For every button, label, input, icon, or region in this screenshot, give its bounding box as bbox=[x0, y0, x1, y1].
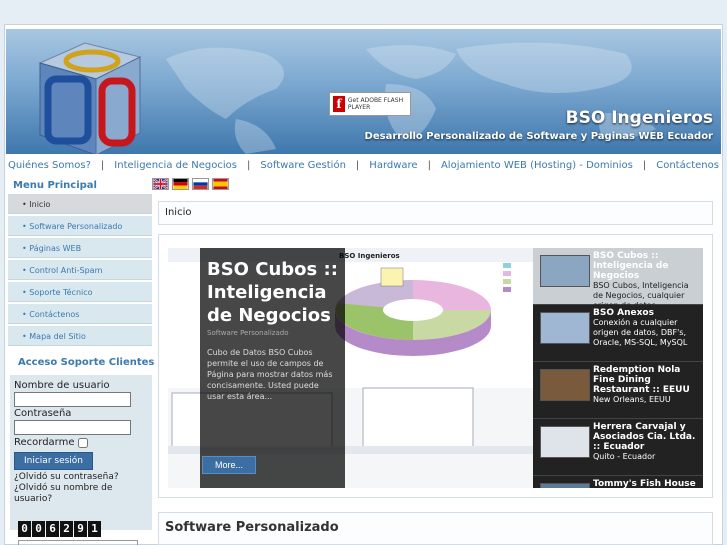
spain-flag-icon[interactable] bbox=[212, 178, 229, 190]
content-section: Software Personalizado bbox=[158, 512, 713, 545]
nav-inteligencia-negocios[interactable]: Inteligencia de Negocios bbox=[114, 160, 237, 171]
top-navigation: Quiénes Somos? | Inteligencia de Negocio… bbox=[6, 155, 721, 175]
slide-chart-title: BSO Ingenieros bbox=[339, 252, 400, 260]
thumb-title: Redemption Nola Fine Dining Restaurant :… bbox=[593, 365, 690, 395]
nav-quienes-somos[interactable]: Quiénes Somos? bbox=[8, 160, 91, 171]
nav-alojamiento-web[interactable]: Alojamiento WEB (Hosting) - Dominios bbox=[441, 160, 633, 171]
username-label: Nombre de usuario bbox=[14, 380, 110, 391]
menu-item-soporte-tecnico[interactable]: • Soporte Técnico bbox=[8, 282, 152, 302]
thumb-title: BSO Anexos bbox=[593, 308, 654, 318]
breadcrumb: Inicio bbox=[158, 201, 713, 225]
thumb-item[interactable]: BSO Anexos Conexión a cualquier origen d… bbox=[533, 305, 703, 362]
thumb-image bbox=[540, 483, 590, 488]
password-input[interactable] bbox=[14, 420, 131, 435]
main-menu-title: Menu Principal bbox=[13, 180, 97, 191]
flash-badge-text: Get ADOBE FLASH PLAYER bbox=[347, 97, 404, 111]
russia-flag-icon[interactable] bbox=[192, 178, 209, 190]
visit-counter: 0 0 6 2 9 1 bbox=[18, 521, 101, 537]
nav-separator: | bbox=[100, 159, 105, 171]
menu-item-label: Control Anti-Spam bbox=[29, 266, 103, 275]
site-subtitle: Desarrollo Personalizado de Software y P… bbox=[364, 131, 713, 142]
counter-digit: 0 bbox=[32, 521, 45, 537]
login-title: Acceso Soporte Clientes bbox=[18, 357, 155, 368]
site-header: f Get ADOBE FLASH PLAYER BSO Ingenieros … bbox=[6, 29, 721, 154]
menu-item-software-personalizado[interactable]: • Software Personalizado bbox=[8, 216, 152, 236]
uk-flag-icon[interactable] bbox=[152, 178, 169, 190]
slide-headline: BSO Cubos :: Inteligencia de Negocios bbox=[207, 259, 338, 326]
password-label: Contraseña bbox=[14, 408, 72, 419]
forgot-password-link[interactable]: ¿Olvidó su contraseña? bbox=[14, 472, 148, 483]
thumb-desc: New Orleans, EEUU bbox=[593, 395, 671, 404]
menu-item-inicio[interactable]: • Inicio bbox=[8, 194, 152, 214]
nav-hardware[interactable]: Hardware bbox=[369, 160, 417, 171]
counter-frame bbox=[18, 540, 138, 545]
bso-cube-logo bbox=[38, 42, 142, 154]
remember-label: Recordarme bbox=[14, 437, 75, 448]
thumb-title: Tommy's Fish House Restaurant bbox=[593, 479, 696, 488]
site-title: BSO Ingenieros bbox=[565, 108, 713, 128]
thumb-desc: Quito - Ecuador bbox=[593, 452, 656, 461]
thumb-title: BSO Cubos :: Inteligencia de Negocios bbox=[593, 251, 669, 281]
nav-separator: | bbox=[247, 159, 251, 171]
menu-item-label: Mapa del Sitio bbox=[29, 332, 86, 341]
nav-separator: | bbox=[427, 159, 431, 171]
thumb-item[interactable]: Herrera Carvajal y Asociados Cia. Ltda. … bbox=[533, 419, 703, 476]
slider-thumbnails: BSO Cubos :: Inteligencia de Negocios BS… bbox=[533, 248, 703, 488]
login-form: Nombre de usuario Contraseña Recordarme … bbox=[10, 375, 152, 530]
thumb-image bbox=[540, 255, 590, 287]
counter-digit: 1 bbox=[88, 521, 101, 537]
nav-contactenos[interactable]: Contáctenos bbox=[656, 160, 719, 171]
slide-description: Cubo de Datos BSO Cubos permite el uso d… bbox=[207, 348, 333, 401]
forgot-username-link[interactable]: ¿Olvidó su nombre de usuario? bbox=[14, 483, 148, 505]
thumb-image bbox=[540, 369, 590, 401]
thumb-item[interactable]: Redemption Nola Fine Dining Restaurant :… bbox=[533, 362, 703, 419]
remember-row: Recordarme bbox=[14, 437, 148, 448]
germany-flag-icon[interactable] bbox=[172, 178, 189, 190]
thumb-image bbox=[540, 426, 590, 458]
thumb-item[interactable]: Tommy's Fish House Restaurant bbox=[533, 476, 703, 488]
counter-digit: 2 bbox=[60, 521, 73, 537]
menu-item-label: Páginas WEB bbox=[29, 244, 82, 253]
menu-item-label: Software Personalizado bbox=[29, 222, 123, 231]
menu-item-label: Soporte Técnico bbox=[29, 288, 93, 297]
menu-item-label: Inicio bbox=[29, 200, 51, 209]
more-button[interactable]: More... bbox=[202, 456, 257, 474]
menu-item-anti-spam[interactable]: • Control Anti-Spam bbox=[8, 260, 152, 280]
counter-digit: 0 bbox=[18, 521, 31, 537]
thumb-item[interactable]: BSO Cubos :: Inteligencia de Negocios BS… bbox=[533, 248, 703, 310]
menu-item-paginas-web[interactable]: • Páginas WEB bbox=[8, 238, 152, 258]
flash-icon: f bbox=[333, 96, 345, 112]
language-flags bbox=[152, 178, 229, 190]
section-title: Software Personalizado bbox=[165, 520, 339, 535]
thumb-image bbox=[540, 312, 590, 344]
username-input[interactable] bbox=[14, 392, 131, 407]
get-flash-player-badge[interactable]: f Get ADOBE FLASH PLAYER bbox=[329, 92, 411, 116]
nav-software-gestion[interactable]: Software Gestión bbox=[260, 160, 346, 171]
menu-item-label: Contáctenos bbox=[29, 310, 80, 319]
menu-item-contactenos[interactable]: • Contáctenos bbox=[8, 304, 152, 324]
slide-category: Software Personalizado bbox=[207, 329, 289, 337]
counter-digit: 9 bbox=[74, 521, 87, 537]
main-menu: • Inicio • Software Personalizado • Pági… bbox=[8, 194, 152, 348]
thumb-desc: Conexión a cualquier origen de datos, DB… bbox=[593, 318, 688, 347]
nav-separator: | bbox=[642, 159, 647, 171]
slide-caption: BSO Cubos :: Inteligencia de Negocios So… bbox=[200, 248, 345, 488]
counter-digit: 6 bbox=[46, 521, 59, 537]
remember-checkbox[interactable] bbox=[77, 437, 88, 448]
nav-separator: | bbox=[355, 159, 360, 171]
thumb-title: Herrera Carvajal y Asociados Cia. Ltda. … bbox=[593, 422, 696, 452]
menu-item-mapa-sitio[interactable]: • Mapa del Sitio bbox=[8, 326, 152, 346]
login-button[interactable]: Iniciar sesión bbox=[14, 452, 94, 470]
